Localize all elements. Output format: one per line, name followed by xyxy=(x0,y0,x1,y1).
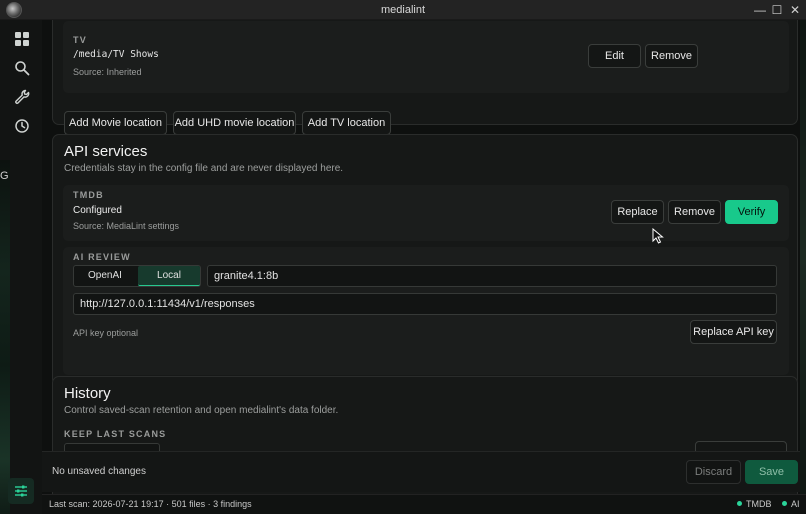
tmdb-eyebrow: TMDB xyxy=(73,190,104,200)
api-services-card: API services Credentials stay in the con… xyxy=(52,134,798,386)
edit-tv-location-button[interactable]: Edit xyxy=(588,44,641,68)
settings-content[interactable]: TV /media/TV Shows Source: Inherited Edi… xyxy=(42,20,806,494)
ai-model-input[interactable]: granite4.1:8b xyxy=(207,265,777,287)
discard-button[interactable]: Discard xyxy=(686,460,741,484)
history-subtitle: Control saved-scan retention and open me… xyxy=(64,405,339,416)
remove-tmdb-key-button[interactable]: Remove xyxy=(668,200,721,224)
replace-tmdb-key-button[interactable]: Replace xyxy=(611,200,664,224)
tv-source: Source: Inherited xyxy=(73,67,142,77)
tv-eyebrow: TV xyxy=(73,35,87,45)
clock-icon[interactable] xyxy=(13,117,31,135)
ai-review-eyebrow: AI REVIEW xyxy=(73,252,131,262)
tv-path: /media/TV Shows xyxy=(73,49,159,60)
ai-status-indicator: AI xyxy=(782,499,800,509)
api-services-subtitle: Credentials stay in the config file and … xyxy=(64,163,344,174)
add-movie-location-button[interactable]: Add Movie location xyxy=(64,111,167,135)
ai-provider-toggle: OpenAI Local xyxy=(73,265,201,287)
unsaved-status: No unsaved changes xyxy=(52,466,146,477)
mouse-cursor-icon xyxy=(652,228,664,244)
dashboard-icon[interactable] xyxy=(13,30,31,48)
sidebar: G xyxy=(0,20,42,514)
keep-last-scans-eyebrow: KEEP LAST SCANS xyxy=(64,429,167,439)
tmdb-status: Configured xyxy=(73,205,122,216)
window-title: medialint xyxy=(380,4,426,16)
add-tv-location-button[interactable]: Add TV location xyxy=(302,111,391,135)
sliders-icon xyxy=(15,485,27,497)
minimize-button[interactable]: — xyxy=(752,2,768,18)
api-key-note: API key optional xyxy=(73,328,139,338)
add-uhd-movie-location-button[interactable]: Add UHD movie location xyxy=(173,111,296,135)
close-button[interactable]: ✕ xyxy=(787,2,803,18)
locations-card: TV /media/TV Shows Source: Inherited Edi… xyxy=(52,20,798,135)
verify-tmdb-button[interactable]: Verify xyxy=(725,200,778,224)
tv-location-row: TV /media/TV Shows Source: Inherited Edi… xyxy=(63,21,789,93)
background-strip xyxy=(0,160,10,514)
history-title: History xyxy=(64,385,111,402)
tmdb-row: TMDB Configured Source: MediaLint settin… xyxy=(63,185,789,241)
last-scan-info: Last scan: 2026-07-21 19:17 · 501 files … xyxy=(49,499,252,509)
replace-api-key-button[interactable]: Replace API key xyxy=(690,320,777,344)
search-icon[interactable] xyxy=(13,59,31,77)
save-button[interactable]: Save xyxy=(745,460,798,484)
background-edge xyxy=(800,20,806,494)
status-dot-icon xyxy=(782,501,787,506)
settings-sliders-button[interactable] xyxy=(8,478,34,504)
wrench-icon[interactable] xyxy=(13,88,31,106)
provider-openai-tab[interactable]: OpenAI xyxy=(74,266,136,286)
status-dot-icon xyxy=(737,501,742,506)
status-bar: Last scan: 2026-07-21 19:17 · 501 files … xyxy=(42,494,806,514)
api-services-title: API services xyxy=(64,143,148,160)
provider-local-tab[interactable]: Local xyxy=(138,266,200,286)
ai-review-row: AI REVIEW OpenAI Local granite4.1:8b htt… xyxy=(63,247,789,375)
tmdb-source: Source: MediaLint settings xyxy=(73,221,180,231)
tmdb-indicator-label: TMDB xyxy=(746,499,772,509)
ai-indicator-label: AI xyxy=(791,499,800,509)
ai-endpoint-input[interactable]: http://127.0.0.1:11434/v1/responses xyxy=(73,293,777,315)
tmdb-status-indicator: TMDB xyxy=(737,499,772,509)
save-bar: No unsaved changes Discard Save xyxy=(42,451,800,492)
maximize-button[interactable]: ☐ xyxy=(769,2,785,18)
remove-tv-location-button[interactable]: Remove xyxy=(645,44,698,68)
edge-glyph: G xyxy=(0,170,9,182)
title-bar: medialint — ☐ ✕ xyxy=(0,0,806,20)
